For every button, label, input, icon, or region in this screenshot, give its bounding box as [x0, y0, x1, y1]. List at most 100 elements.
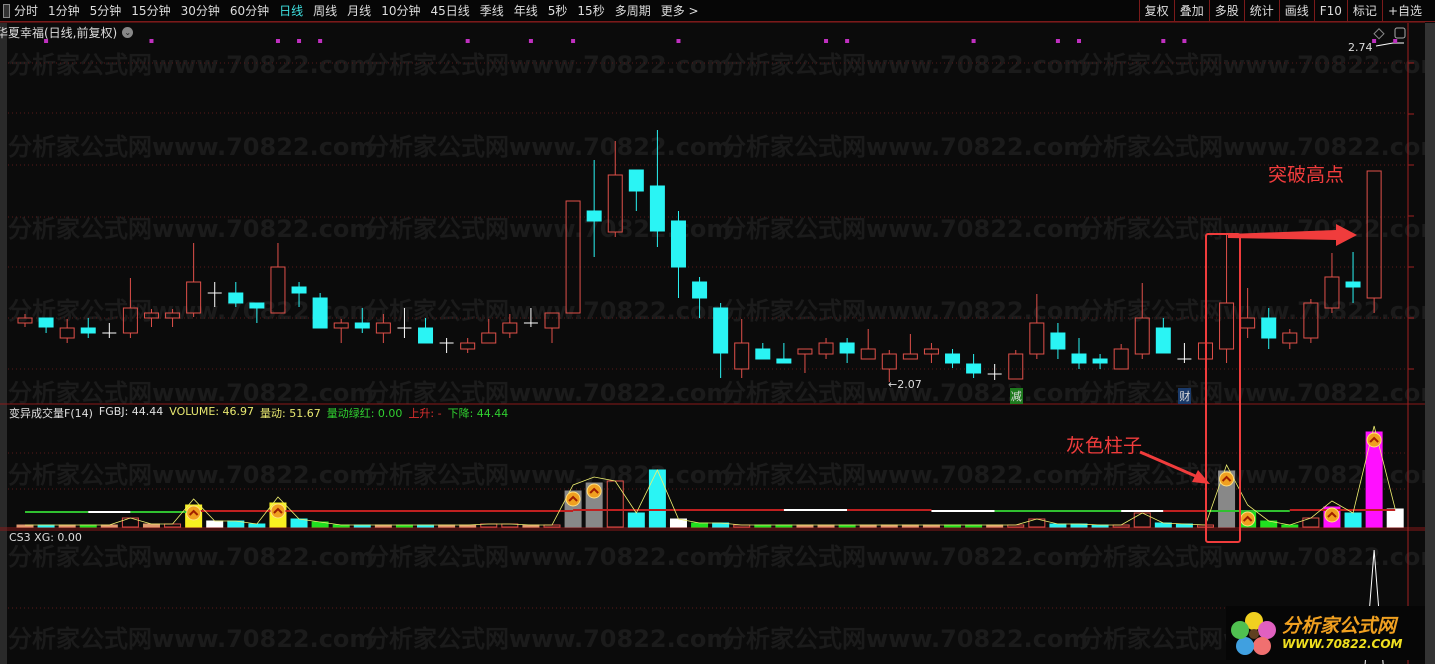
tool-button-7[interactable]: +自选 — [1381, 0, 1427, 22]
candle-body — [860, 348, 876, 360]
buy-signal-icon — [270, 503, 286, 519]
watermark-text: 分析家公式网www.70822.com — [1079, 51, 1435, 79]
candle-body — [354, 322, 370, 329]
candle — [839, 338, 855, 363]
tab-period-10[interactable]: 45日线 — [430, 2, 469, 19]
tool-button-0[interactable]: 复权 — [1138, 0, 1174, 22]
candle-body — [670, 220, 686, 268]
tool-button-5[interactable]: F10 — [1313, 0, 1347, 22]
candle-body — [818, 342, 834, 355]
candle-body — [1029, 322, 1045, 355]
watermark-text: 分析家公式网www.70822.com — [365, 133, 731, 161]
watermark-text: 分析家公式网www.70822.com — [365, 625, 731, 653]
flower-logo-icon — [1231, 612, 1276, 655]
legend-liangdong: 量动: 51.67 — [260, 407, 321, 420]
tab-period-15[interactable]: 多周期 — [615, 2, 651, 19]
candle-body — [945, 353, 961, 364]
signal-circle — [1219, 471, 1235, 487]
watermark-text: 分析家公式网www.70822.com — [8, 133, 374, 161]
legend-volume: VOLUME: 46.97 — [169, 405, 255, 418]
tool-button-1[interactable]: 叠加 — [1173, 0, 1209, 22]
candle-body — [1071, 353, 1087, 364]
tab-period-0[interactable]: 分时 — [14, 2, 38, 19]
chart-title: 华夏幸福(日线,前复权) ⌄ — [0, 24, 134, 41]
candle — [776, 343, 792, 364]
tab-period-9[interactable]: 10分钟 — [381, 2, 420, 19]
watermark-text: 分析家公式网www.70822.com — [365, 297, 731, 325]
candle-body — [1345, 281, 1361, 288]
candle — [902, 334, 918, 360]
tab-period-11[interactable]: 季线 — [480, 2, 504, 19]
toolbar-grip-icon[interactable] — [3, 3, 10, 18]
tool-button-6[interactable]: 标记 — [1346, 0, 1382, 22]
tab-period-13[interactable]: 5秒 — [548, 2, 568, 19]
tab-period-7[interactable]: 周线 — [313, 2, 337, 19]
tab-period-14[interactable]: 15秒 — [577, 2, 604, 19]
candle — [860, 329, 876, 360]
candle-body — [713, 307, 729, 354]
candle-body — [1261, 317, 1277, 339]
legend-fall: 下降: 44.44 — [447, 407, 509, 420]
candle-body — [312, 297, 328, 329]
candle — [818, 338, 834, 359]
buy-signal-icon — [586, 483, 602, 499]
signal-circle — [1324, 507, 1340, 523]
candle — [38, 317, 54, 333]
indicator-name[interactable]: 变异成交量F(14) — [9, 405, 93, 421]
high-price-pointer — [1375, 42, 1404, 47]
reduce-badge[interactable]: 减 — [1009, 388, 1023, 404]
buy-signal-icon — [1240, 511, 1256, 527]
event-marker-dot — [824, 39, 829, 43]
logo-name: 分析家公式网 — [1282, 615, 1397, 637]
tab-period-5[interactable]: 60分钟 — [230, 2, 269, 19]
watermark-text: 分析家公式网www.70822.com — [1079, 379, 1435, 407]
legend-liangdong-lvhong: 量动绿红: 0.00 — [326, 407, 403, 420]
tab-period-4[interactable]: 30分钟 — [181, 2, 220, 19]
candle — [1092, 354, 1108, 369]
right-tools: 复权 叠加 多股 统计 画线 F10 标记 +自选 — [1138, 0, 1427, 22]
candle-body — [902, 353, 918, 360]
watermark-text: 分析家公式网www.70822.com — [1079, 297, 1435, 325]
candle — [102, 323, 117, 338]
volume-bar — [206, 520, 224, 528]
tab-period-8[interactable]: 月线 — [347, 2, 371, 19]
tab-period-12[interactable]: 年线 — [514, 2, 538, 19]
volume-bar — [648, 469, 666, 528]
buy-signal-icon — [1219, 471, 1235, 487]
tab-period-1[interactable]: 1分钟 — [48, 2, 80, 19]
finance-badge[interactable]: 财 — [1178, 388, 1192, 404]
watermark-text: 分析家公式网www.70822.com — [1079, 543, 1435, 571]
candle — [755, 343, 771, 360]
signal-circle — [1240, 511, 1256, 527]
watermark-text: 分析家公式网www.70822.com — [722, 51, 1088, 79]
candle-body — [59, 327, 75, 339]
cs3-indicator-legend[interactable]: CS3 XG: 0.00 — [9, 531, 82, 544]
kline-chart[interactable]: 分析家公式网www.70822.com分析家公式网www.70822.com分析… — [0, 0, 1435, 664]
candle-body — [291, 286, 307, 294]
tab-period-3[interactable]: 15分钟 — [131, 2, 170, 19]
breakout-annotation: 突破高点 — [1268, 164, 1345, 186]
buy-signal-icon — [1324, 507, 1340, 523]
right-scrollbar[interactable] — [1425, 23, 1435, 664]
candle — [1008, 350, 1024, 380]
event-marker-dot — [318, 39, 323, 43]
candle — [1282, 329, 1298, 349]
high-price-label: 2.74 — [1348, 41, 1373, 54]
tool-button-3[interactable]: 统计 — [1243, 0, 1279, 22]
tab-period-2[interactable]: 5分钟 — [90, 2, 122, 19]
candle — [439, 338, 454, 353]
panel-toggle-icon[interactable] — [1394, 27, 1406, 39]
tool-button-2[interactable]: 多股 — [1208, 0, 1244, 22]
chevron-down-icon[interactable]: ⌄ — [122, 27, 134, 38]
tool-button-4[interactable]: 画线 — [1278, 0, 1314, 22]
candle-body — [481, 332, 497, 344]
candle-body — [38, 317, 54, 328]
candle-body — [1113, 348, 1129, 370]
candle — [628, 169, 644, 211]
candle-body — [418, 327, 434, 344]
candle — [460, 338, 476, 353]
candle — [1050, 323, 1066, 359]
tab-period-6[interactable]: 日线 — [279, 2, 303, 19]
candle — [1071, 338, 1087, 369]
tab-period-16[interactable]: 更多 > — [661, 2, 699, 19]
